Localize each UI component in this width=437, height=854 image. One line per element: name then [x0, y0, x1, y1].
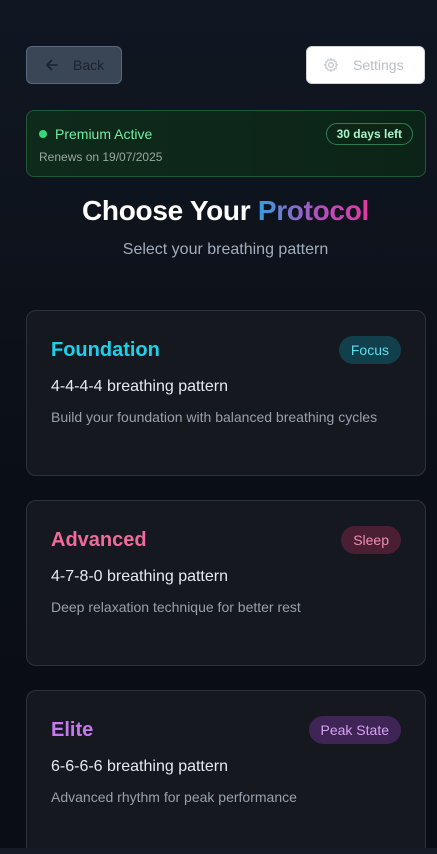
- settings-button-label: Settings: [353, 57, 404, 73]
- back-button-label: Back: [73, 57, 105, 73]
- protocol-pattern: 4-7-8-0 breathing pattern: [51, 568, 228, 585]
- page-subtitle: Select your breathing pattern: [122, 241, 329, 258]
- page-title: Choose Your Protocol: [0, 195, 437, 227]
- protocol-name: Foundation: [51, 339, 160, 361]
- protocol-pattern: 6-6-6-6 breathing pattern: [51, 758, 228, 775]
- gear-icon: [323, 57, 339, 73]
- app-screen: Back Settings Premium Active Renews on 1…: [0, 0, 437, 854]
- page-title-highlight: Protocol: [257, 195, 369, 226]
- protocol-description: Advanced rhythm for peak performance: [51, 789, 297, 805]
- protocol-badge: Focus: [338, 336, 401, 364]
- protocol-badge: Peak State: [308, 716, 401, 744]
- protocol-name: Elite: [51, 719, 94, 741]
- renewal-date: Renews on 19/07/2025: [39, 150, 163, 164]
- premium-status-banner: Premium Active Renews on 19/07/2025 30 d…: [26, 110, 426, 177]
- protocol-badge: Sleep: [341, 526, 401, 554]
- protocol-pattern: 4-4-4-4 breathing pattern: [51, 378, 228, 395]
- settings-button[interactable]: Settings: [306, 46, 425, 84]
- status-dot: [39, 130, 47, 138]
- days-left-badge: 30 days left: [325, 123, 413, 145]
- page-title-part1: Choose Your: [81, 195, 258, 226]
- protocol-card-elite[interactable]: Elite Peak State 6-6-6-6 breathing patte…: [26, 690, 426, 854]
- back-button[interactable]: Back: [26, 46, 122, 84]
- protocol-description: Deep relaxation technique for better res…: [51, 599, 301, 615]
- premium-status-text: Premium Active: [55, 126, 153, 142]
- arrow-left-icon: [45, 58, 59, 72]
- protocol-card-advanced[interactable]: Advanced Sleep 4-7-8-0 breathing pattern…: [26, 500, 426, 666]
- bottom-edge: [0, 848, 437, 854]
- protocol-description: Build your foundation with balanced brea…: [51, 409, 378, 425]
- protocol-card-foundation[interactable]: Foundation Focus 4-4-4-4 breathing patte…: [26, 310, 426, 476]
- protocol-name: Advanced: [51, 529, 147, 551]
